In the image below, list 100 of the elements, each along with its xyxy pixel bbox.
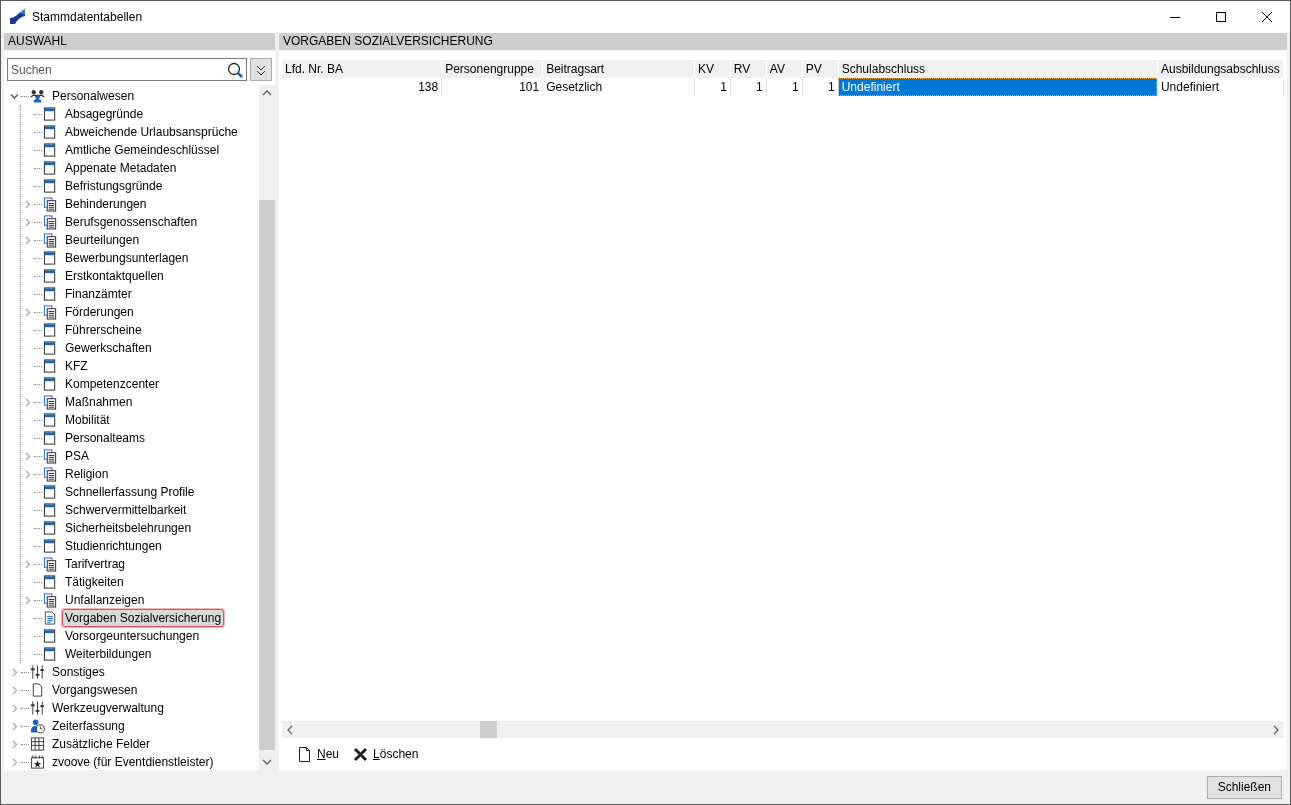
table-icon [43,268,58,284]
scroll-thumb[interactable] [259,200,275,751]
tree-item[interactable]: Tarifvertrag [62,555,129,573]
tree-item[interactable]: Maßnahmen [62,393,136,411]
scroll-thumb[interactable] [480,721,497,738]
table-icon [43,574,58,590]
scroll-right-icon[interactable] [1272,724,1280,735]
table-cell[interactable]: Undefiniert [838,78,1158,96]
table-cell[interactable]: 101 [441,78,543,96]
horizontal-scrollbar[interactable] [282,721,1284,738]
table-icon [43,520,58,536]
new-document-icon [297,745,312,763]
scroll-left-icon[interactable] [286,724,294,735]
tree-item[interactable]: Zusätzliche Felder [49,735,154,753]
documents-icon [43,304,58,320]
tree-item[interactable]: Sicherheitsbelehrungen [62,519,195,537]
table-icon [43,160,58,176]
tree-item[interactable]: Vorgangswesen [49,681,141,699]
tree-item[interactable]: Tätigkeiten [62,573,127,591]
documents-icon [43,214,58,230]
vertical-scrollbar[interactable] [259,85,275,770]
table-icon [43,250,58,266]
tree-item[interactable]: Führerscheine [62,321,145,339]
table-icon [43,538,58,554]
delete-button[interactable]: Löschen [353,745,419,763]
tree-item[interactable]: Gewerkschaften [62,339,155,357]
tree-item[interactable]: KFZ [62,357,91,375]
tree-item[interactable]: Kompetenzcenter [62,375,163,393]
app-logo-icon [9,8,26,25]
tree-item[interactable]: Finanzämter [62,285,135,303]
tree-item[interactable]: Appenate Metadaten [62,159,180,177]
tree-item[interactable]: Vorsorgeuntersuchungen [62,627,203,645]
documents-icon [43,556,58,572]
close-icon [1262,11,1272,22]
tree-item[interactable]: Befristungsgründe [62,177,166,195]
window-title: Stammdatentabellen [32,8,143,26]
tree-item[interactable]: Beurteilungen [62,231,143,249]
column-header[interactable]: KV [694,60,731,78]
documents-icon [43,196,58,212]
table-icon [43,628,58,644]
column-header[interactable]: Schulabschluss [838,60,1158,78]
tree-item[interactable]: Weiterbildungen [62,645,155,663]
sliders-icon [30,700,45,716]
table-cell[interactable]: 1 [694,78,731,96]
maximize-icon [1216,11,1226,22]
tree-item[interactable]: Schnellerfassung Profile [62,483,198,501]
table-icon [43,142,58,158]
column-header[interactable]: AV [766,60,803,78]
table-cell[interactable]: Undefiniert [1157,78,1284,96]
column-header[interactable]: Personengruppe [441,60,543,78]
tree-item[interactable]: Schwervermittelbarkeit [62,501,190,519]
cross-icon [353,745,369,763]
tree-item[interactable]: Abweichende Urlaubsansprüche [62,123,241,141]
search-icon [227,62,244,78]
documents-icon [43,448,58,464]
table-icon [43,124,58,140]
table-icon [43,358,58,374]
tree-item[interactable]: Berufsgenossenschaften [62,213,201,231]
search-field[interactable]: Suchen [7,58,247,81]
column-header[interactable]: Lfd. Nr. BA [282,60,442,78]
tree-item[interactable]: Behinderungen [62,195,150,213]
documents-icon [43,232,58,248]
tree-item[interactable]: zvoove (für Eventdienstleister) [49,753,217,770]
tree-item[interactable]: Unfallanzeigen [62,591,148,609]
column-header[interactable]: RV [730,60,767,78]
column-header[interactable]: Ausbildungsabschluss [1157,60,1284,78]
table-cell[interactable]: 1 [730,78,767,96]
tree-item[interactable]: Mobilität [62,411,113,429]
document-icon [43,610,58,626]
tree-item[interactable]: Förderungen [62,303,137,321]
tree-item[interactable]: PSA [62,447,92,465]
table-icon [43,412,58,428]
tree-item[interactable]: Personalwesen [49,87,138,105]
table-icon [43,430,58,446]
column-header[interactable]: Beitragsart [542,60,695,78]
sliders-icon [30,664,45,680]
tree-item[interactable]: Personalteams [62,429,149,447]
table-icon [43,178,58,194]
close-button[interactable]: Schließen [1206,775,1282,799]
table-cell[interactable]: 138 [282,78,442,96]
tree-item[interactable]: Studienrichtungen [62,537,165,555]
expand-all-button[interactable] [250,58,272,81]
tree-item[interactable]: Werkzeugverwaltung [49,699,167,717]
tree-item[interactable]: Erstkontaktquellen [62,267,167,285]
tree-item[interactable]: Sonstiges [49,663,108,681]
tree-item[interactable]: Amtliche Gemeindeschlüssel [62,141,223,159]
tree-item[interactable]: Bewerbungsunterlagen [62,249,192,267]
panel-header: VORGABEN SOZIALVERSICHERUNG [279,33,1287,50]
tree-item[interactable]: Absagegründe [62,105,147,123]
table-icon [43,322,58,338]
tree-item[interactable]: Zeiterfassung [49,717,128,735]
page-icon [30,682,45,698]
table-cell[interactable]: Gesetzlich [542,78,695,96]
documents-icon [43,394,58,410]
column-header[interactable]: PV [802,60,839,78]
table-icon [43,106,58,122]
new-button[interactable]: Neu [297,745,340,763]
tree-item[interactable]: Religion [62,465,112,483]
tree-item[interactable]: Vorgaben Sozialversicherung [62,609,225,627]
table-cell[interactable]: 1 [766,78,803,96]
